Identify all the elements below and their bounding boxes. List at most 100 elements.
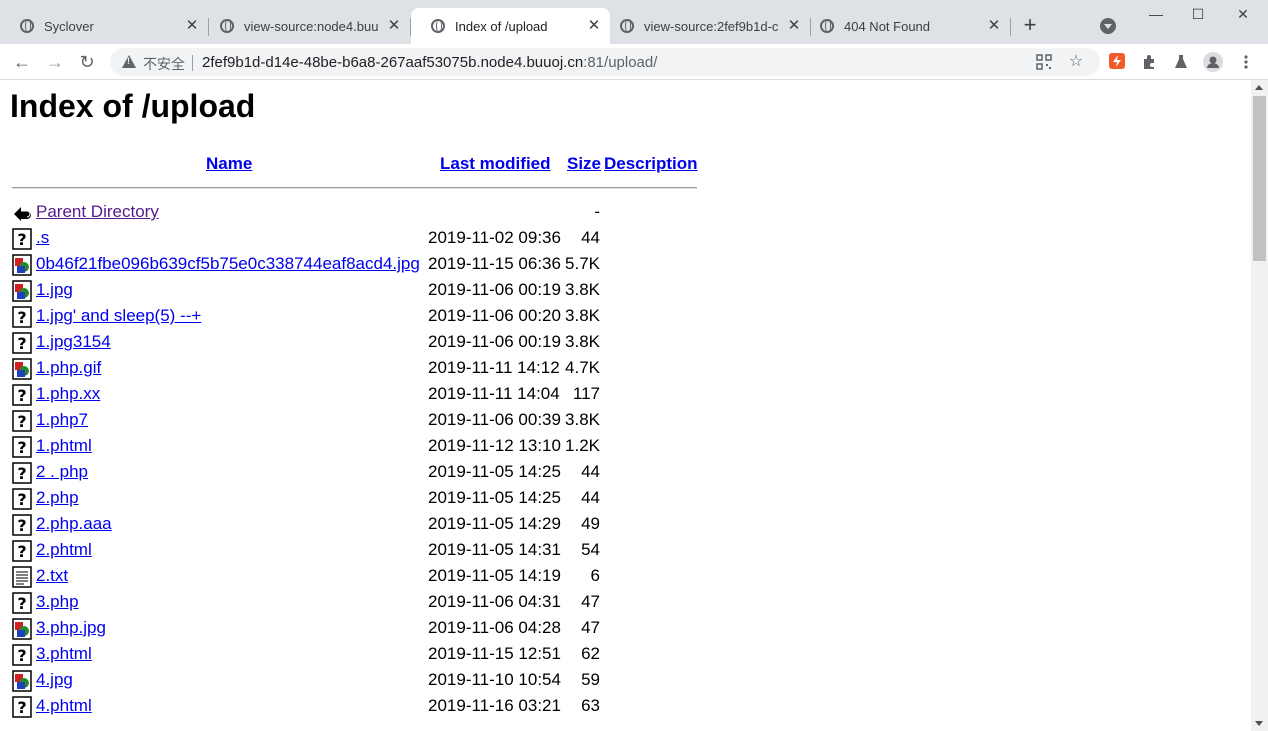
unknown-file-icon[interactable]: ? bbox=[12, 488, 32, 510]
tab-404-not-found[interactable]: 404 Not Found ✕ bbox=[800, 8, 1011, 44]
file-link[interactable]: 4.jpg bbox=[36, 670, 73, 690]
close-icon[interactable]: ✕ bbox=[986, 18, 1002, 34]
unknown-file-icon[interactable]: ? bbox=[12, 462, 32, 484]
file-link[interactable]: 3.php.jpg bbox=[36, 618, 106, 638]
reload-icon[interactable]: ↻ bbox=[75, 50, 99, 74]
file-date: 2019-11-10 10:54 bbox=[428, 670, 561, 689]
table-row: ? 1.php.xx 2019-11-11 14:04 117 bbox=[12, 382, 712, 408]
tab-view-source-node4[interactable]: view-source:node4.buu ✕ bbox=[200, 8, 411, 44]
column-header-description[interactable]: Description bbox=[604, 154, 698, 174]
vertical-scrollbar[interactable] bbox=[1251, 80, 1268, 731]
file-link[interactable]: 2 . php bbox=[36, 462, 88, 482]
file-date: 2019-11-15 06:36 bbox=[428, 254, 561, 273]
back-icon[interactable] bbox=[12, 202, 32, 224]
file-link[interactable]: 1.php7 bbox=[36, 410, 88, 430]
flask-icon[interactable] bbox=[1173, 54, 1189, 70]
tab-syclover[interactable]: Syclover ✕ bbox=[0, 8, 209, 44]
table-row: ? 2 . php 2019-11-05 14:25 44 bbox=[12, 460, 712, 486]
window-close-icon[interactable]: ✕ bbox=[1233, 6, 1253, 24]
close-icon[interactable]: ✕ bbox=[386, 18, 402, 34]
column-header-last-modified[interactable]: Last modified bbox=[440, 154, 551, 174]
svg-text:?: ? bbox=[17, 438, 26, 457]
maximize-icon[interactable]: ☐ bbox=[1188, 6, 1208, 24]
file-date: 2019-11-05 14:31 bbox=[428, 540, 561, 559]
file-size: 1.2K bbox=[565, 436, 600, 455]
file-link[interactable]: 2.phtml bbox=[36, 540, 92, 560]
file-date: 2019-11-05 14:25 bbox=[428, 462, 561, 481]
file-link[interactable]: 1.php.xx bbox=[36, 384, 100, 404]
bookmark-star-icon[interactable]: ☆ bbox=[1068, 54, 1084, 70]
file-link[interactable]: 1.jpg bbox=[36, 280, 73, 300]
file-link[interactable]: 1.php.gif bbox=[36, 358, 101, 378]
file-link[interactable]: 1.jpg3154 bbox=[36, 332, 111, 352]
unknown-file-icon[interactable]: ? bbox=[12, 384, 32, 406]
tab-view-source-2fef9b1d[interactable]: view-source:2fef9b1d-c ✕ bbox=[600, 8, 811, 44]
column-header-name[interactable]: Name bbox=[206, 154, 252, 174]
file-link[interactable]: Parent Directory bbox=[36, 202, 159, 222]
unknown-file-icon[interactable]: ? bbox=[12, 592, 32, 614]
file-link[interactable]: .s bbox=[36, 228, 49, 248]
tab-index-of-upload[interactable]: Index of /upload ✕ bbox=[411, 8, 610, 44]
image-file-icon[interactable] bbox=[12, 280, 32, 302]
new-tab-button[interactable]: + bbox=[1018, 14, 1042, 38]
menu-kebab-icon[interactable] bbox=[1238, 54, 1254, 70]
file-size: 62 bbox=[581, 644, 600, 663]
image-file-icon[interactable] bbox=[12, 254, 32, 276]
profile-avatar-icon[interactable] bbox=[1203, 52, 1223, 72]
unknown-file-icon[interactable]: ? bbox=[12, 436, 32, 458]
back-arrow-icon[interactable]: ← bbox=[10, 50, 34, 74]
svg-text:?: ? bbox=[17, 464, 26, 483]
file-link[interactable]: 1.jpg' and sleep(5) --+ bbox=[36, 306, 201, 326]
file-link[interactable]: 2.php bbox=[36, 488, 79, 508]
table-row: ? 3.php 2019-11-06 04:31 47 bbox=[12, 590, 712, 616]
file-date: 2019-11-06 00:39 bbox=[428, 410, 561, 429]
image-file-icon[interactable] bbox=[12, 358, 32, 380]
file-size: 117 bbox=[572, 384, 600, 403]
security-label[interactable]: 不安全 bbox=[143, 54, 185, 74]
file-link[interactable]: 3.php bbox=[36, 592, 79, 612]
globe-icon bbox=[431, 19, 445, 33]
unknown-file-icon[interactable]: ? bbox=[12, 696, 32, 718]
file-link[interactable]: 3.phtml bbox=[36, 644, 92, 664]
extension-bolt-icon[interactable] bbox=[1109, 53, 1125, 69]
header-divider bbox=[12, 187, 697, 189]
close-icon[interactable]: ✕ bbox=[184, 18, 200, 34]
tab-title: view-source:2fef9b1d-c bbox=[644, 18, 779, 34]
file-link[interactable]: 2.txt bbox=[36, 566, 68, 586]
image-file-icon[interactable] bbox=[12, 670, 32, 692]
file-link[interactable]: 4.phtml bbox=[36, 696, 92, 716]
address-bar[interactable]: 不安全 2fef9b1d-d14e-48be-b6a8-267aaf53075b… bbox=[110, 48, 1100, 76]
file-link[interactable]: 1.phtml bbox=[36, 436, 92, 456]
file-link[interactable]: 2.php.aaa bbox=[36, 514, 112, 534]
scrollbar-thumb[interactable] bbox=[1253, 96, 1266, 261]
table-row: 1.php.gif 2019-11-11 14:12 4.7K bbox=[12, 356, 712, 382]
unknown-file-icon[interactable]: ? bbox=[12, 514, 32, 536]
svg-text:?: ? bbox=[17, 594, 26, 613]
qr-code-icon[interactable] bbox=[1036, 54, 1052, 70]
unknown-file-icon[interactable]: ? bbox=[12, 228, 32, 250]
tab-search-icon[interactable] bbox=[1100, 18, 1116, 34]
extensions-puzzle-icon[interactable] bbox=[1141, 54, 1157, 70]
url-text[interactable]: 2fef9b1d-d14e-48be-b6a8-267aaf53075b.nod… bbox=[202, 54, 657, 71]
scroll-down-arrow-icon[interactable] bbox=[1255, 721, 1263, 726]
image-file-icon[interactable] bbox=[12, 618, 32, 640]
column-header-size[interactable]: Size bbox=[567, 154, 601, 174]
table-row: ? 2.php 2019-11-05 14:25 44 bbox=[12, 486, 712, 512]
file-size: 44 bbox=[581, 462, 600, 481]
text-file-icon[interactable] bbox=[12, 566, 32, 588]
svg-text:?: ? bbox=[17, 412, 26, 431]
unknown-file-icon[interactable]: ? bbox=[12, 410, 32, 432]
table-row: ? 2.php.aaa 2019-11-05 14:29 49 bbox=[12, 512, 712, 538]
minimize-icon[interactable]: — bbox=[1146, 6, 1166, 24]
globe-icon bbox=[820, 19, 834, 33]
file-link[interactable]: 0b46f21fbe096b639cf5b75e0c338744eaf8acd4… bbox=[36, 254, 420, 274]
unknown-file-icon[interactable]: ? bbox=[12, 332, 32, 354]
unknown-file-icon[interactable]: ? bbox=[12, 644, 32, 666]
scroll-up-arrow-icon[interactable] bbox=[1255, 85, 1263, 90]
unknown-file-icon[interactable]: ? bbox=[12, 540, 32, 562]
unknown-file-icon[interactable]: ? bbox=[12, 306, 32, 328]
warning-icon[interactable] bbox=[122, 55, 136, 68]
forward-arrow-icon[interactable]: → bbox=[43, 50, 67, 74]
file-size: 47 bbox=[581, 618, 600, 637]
url-port-path: :81/upload/ bbox=[583, 54, 658, 71]
